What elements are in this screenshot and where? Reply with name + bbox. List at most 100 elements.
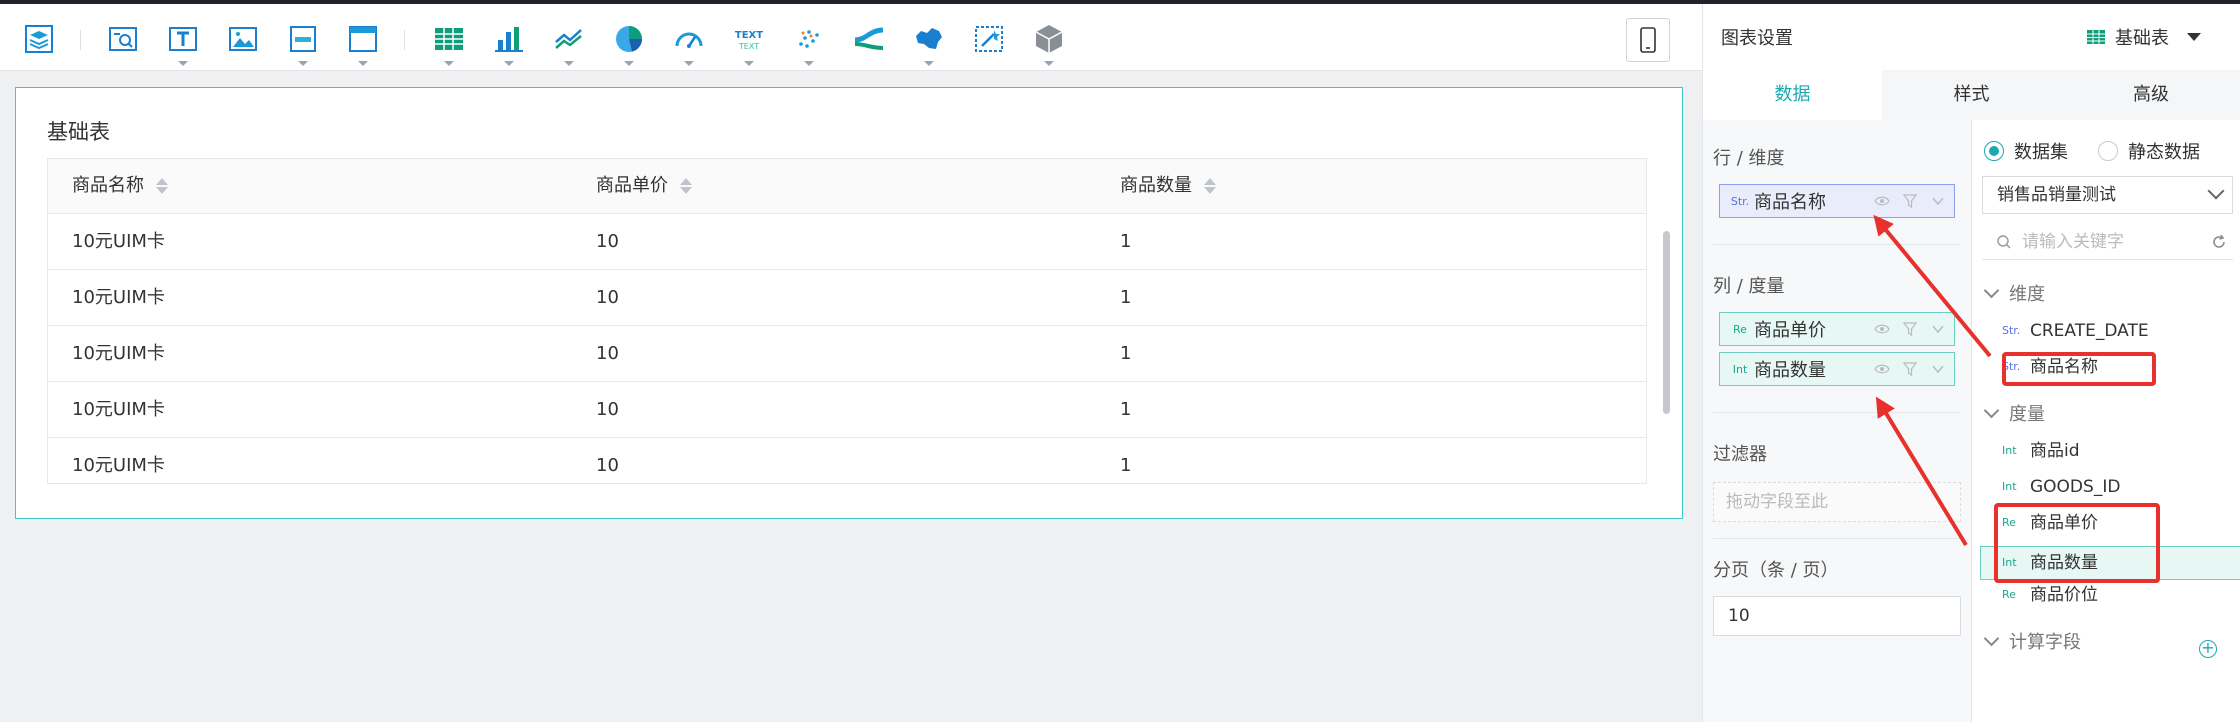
gauge-icon[interactable] [668, 18, 710, 66]
tree-item-goods-id-upper[interactable]: Int GOODS_ID [2002, 472, 2120, 502]
tree-item-create-date[interactable]: Str. CREATE_DATE [2002, 316, 2149, 346]
chart-type-dropdown[interactable]: 基础表 [2087, 24, 2201, 50]
magic-select-icon[interactable] [968, 18, 1010, 60]
panel-title: 图表设置 [1721, 28, 1793, 49]
column-header-label: 商品数量 [1120, 175, 1192, 196]
table-cell: 1 [1120, 455, 1132, 476]
table-icon [2087, 30, 2105, 44]
chart-settings-panel: 图表设置 基础表 数据 样式 高级 行 / 维度 Str. 商品名称 列 / 度… [1702, 4, 2240, 722]
tree-group-calculated[interactable]: 计算字段 [1983, 628, 2081, 654]
chevron-down-icon[interactable] [1930, 321, 1946, 337]
chevron-down-icon [2207, 182, 2225, 200]
layers-icon[interactable] [18, 18, 60, 60]
table-cell: 10元UIM卡 [72, 399, 165, 420]
filter-icon[interactable] [1902, 321, 1918, 337]
column-header-label: 商品名称 [72, 175, 144, 196]
table-cell: 10 [596, 455, 619, 476]
tree-group-measure[interactable]: 度量 [1983, 400, 2045, 426]
filter-drop-zone[interactable]: 拖动字段至此 [1713, 482, 1961, 522]
table-row[interactable]: 10元UIM卡 10 1 [48, 214, 1646, 270]
filter-icon[interactable] [1902, 361, 1918, 377]
table-widget[interactable]: 基础表 商品名称 商品单价 商品数量 10元UIM卡 10 1 10元UIM卡 … [15, 87, 1683, 519]
sort-icon[interactable] [156, 178, 168, 194]
col-field-price[interactable]: Re 商品单价 [1719, 312, 1955, 346]
tab-data[interactable]: 数据 [1703, 70, 1882, 120]
table-row[interactable]: 10元UIM卡 10 1 [48, 438, 1646, 483]
chevron-down-icon[interactable] [1930, 193, 1946, 209]
table-cell: 1 [1120, 343, 1132, 364]
field-name: 商品id [2030, 441, 2080, 461]
add-calculated-field-icon[interactable]: + [2199, 640, 2217, 658]
radio-static-data[interactable]: 静态数据 [2098, 138, 2200, 164]
image-icon[interactable] [222, 18, 264, 60]
radio-unchecked-icon [2098, 141, 2118, 161]
field-name: 商品单价 [1754, 320, 1826, 341]
page-size-label: 分页（条 / 页） [1713, 560, 1839, 581]
scatter-icon[interactable] [788, 18, 830, 66]
mobile-preview-button[interactable] [1626, 18, 1670, 62]
field-search-input[interactable]: 请输入关键字 [1982, 224, 2233, 260]
field-list-column: 数据集 静态数据 销售品销量测试 请输入关键字 维度 Str. CREATE_DA… [1972, 120, 2240, 722]
tab-advanced[interactable]: 高级 [2061, 70, 2240, 120]
tree-group-dimension[interactable]: 维度 [1983, 280, 2045, 306]
field-config-column: 行 / 维度 Str. 商品名称 列 / 度量 Re 商品单价 Int 商品数量 [1703, 120, 1972, 722]
text-text-icon[interactable]: TEXT TEXT [728, 18, 770, 66]
pie-chart-icon[interactable] [608, 18, 650, 66]
table-row[interactable]: 10元UIM卡 10 1 [48, 326, 1646, 382]
divider [1713, 244, 1961, 245]
layout-icon[interactable] [282, 18, 324, 66]
text-box-icon[interactable] [162, 18, 204, 66]
eye-icon[interactable] [1874, 193, 1890, 209]
eye-icon[interactable] [1874, 321, 1890, 337]
type-badge: Str. [2002, 324, 2021, 337]
row-field-goods-name[interactable]: Str. 商品名称 [1719, 184, 1955, 218]
tree-item-goods-id[interactable]: Int 商品id [2002, 436, 2080, 466]
type-badge: Int [2002, 444, 2017, 457]
table-cell: 10元UIM卡 [72, 287, 165, 308]
column-header-label: 商品单价 [596, 175, 668, 196]
type-badge: Re [1733, 322, 1747, 336]
line-chart-icon[interactable] [548, 18, 590, 66]
radio-dataset[interactable]: 数据集 [1984, 138, 2068, 164]
page-size-input[interactable]: 10 [1713, 596, 1961, 636]
cube-icon[interactable] [1028, 18, 1070, 66]
refresh-icon[interactable] [2211, 234, 2227, 250]
field-name: 商品名称 [1754, 192, 1826, 213]
chevron-down-icon [1983, 282, 2000, 298]
tree-item-price-level[interactable]: Re 商品价位 [2002, 580, 2098, 610]
column-header-quantity[interactable]: 商品数量 [1120, 159, 1216, 213]
toolbar: TEXT TEXT [0, 4, 1702, 71]
caret-down-icon [2187, 33, 2201, 41]
text-text-label: TEXT [735, 30, 763, 41]
tab-style[interactable]: 样式 [1882, 70, 2061, 120]
chevron-down-icon[interactable] [1930, 361, 1946, 377]
tree-group-label: 度量 [2009, 404, 2045, 425]
bar-chart-icon[interactable] [488, 18, 530, 66]
window-icon[interactable] [342, 18, 384, 66]
table-icon[interactable] [428, 18, 470, 66]
search-placeholder: 请输入关键字 [2022, 232, 2124, 252]
search-panel-icon[interactable] [102, 18, 144, 60]
table-cell: 10元UIM卡 [72, 231, 165, 252]
dataset-select[interactable]: 销售品销量测试 [1982, 176, 2233, 214]
sort-icon[interactable] [680, 178, 692, 194]
field-name: GOODS_ID [2030, 477, 2121, 497]
table-scrollbar[interactable] [1663, 231, 1670, 414]
table-cell: 10 [596, 399, 619, 420]
column-header-price[interactable]: 商品单价 [596, 159, 692, 213]
sort-icon[interactable] [1204, 178, 1216, 194]
sankey-icon[interactable] [848, 18, 890, 60]
filter-icon[interactable] [1902, 193, 1918, 209]
filter-label: 过滤器 [1713, 444, 1767, 465]
tree-group-label: 维度 [2009, 284, 2045, 305]
eye-icon[interactable] [1874, 361, 1890, 377]
col-field-quantity[interactable]: Int 商品数量 [1719, 352, 1955, 386]
table-row[interactable]: 10元UIM卡 10 1 [48, 382, 1646, 438]
column-header-name[interactable]: 商品名称 [72, 159, 168, 213]
annotation-box [1994, 503, 2160, 583]
chevron-down-icon [1983, 630, 2000, 646]
toolbar-divider [404, 30, 405, 50]
table-row[interactable]: 10元UIM卡 10 1 [48, 270, 1646, 326]
divider [1713, 412, 1961, 413]
china-map-icon[interactable] [908, 18, 950, 66]
